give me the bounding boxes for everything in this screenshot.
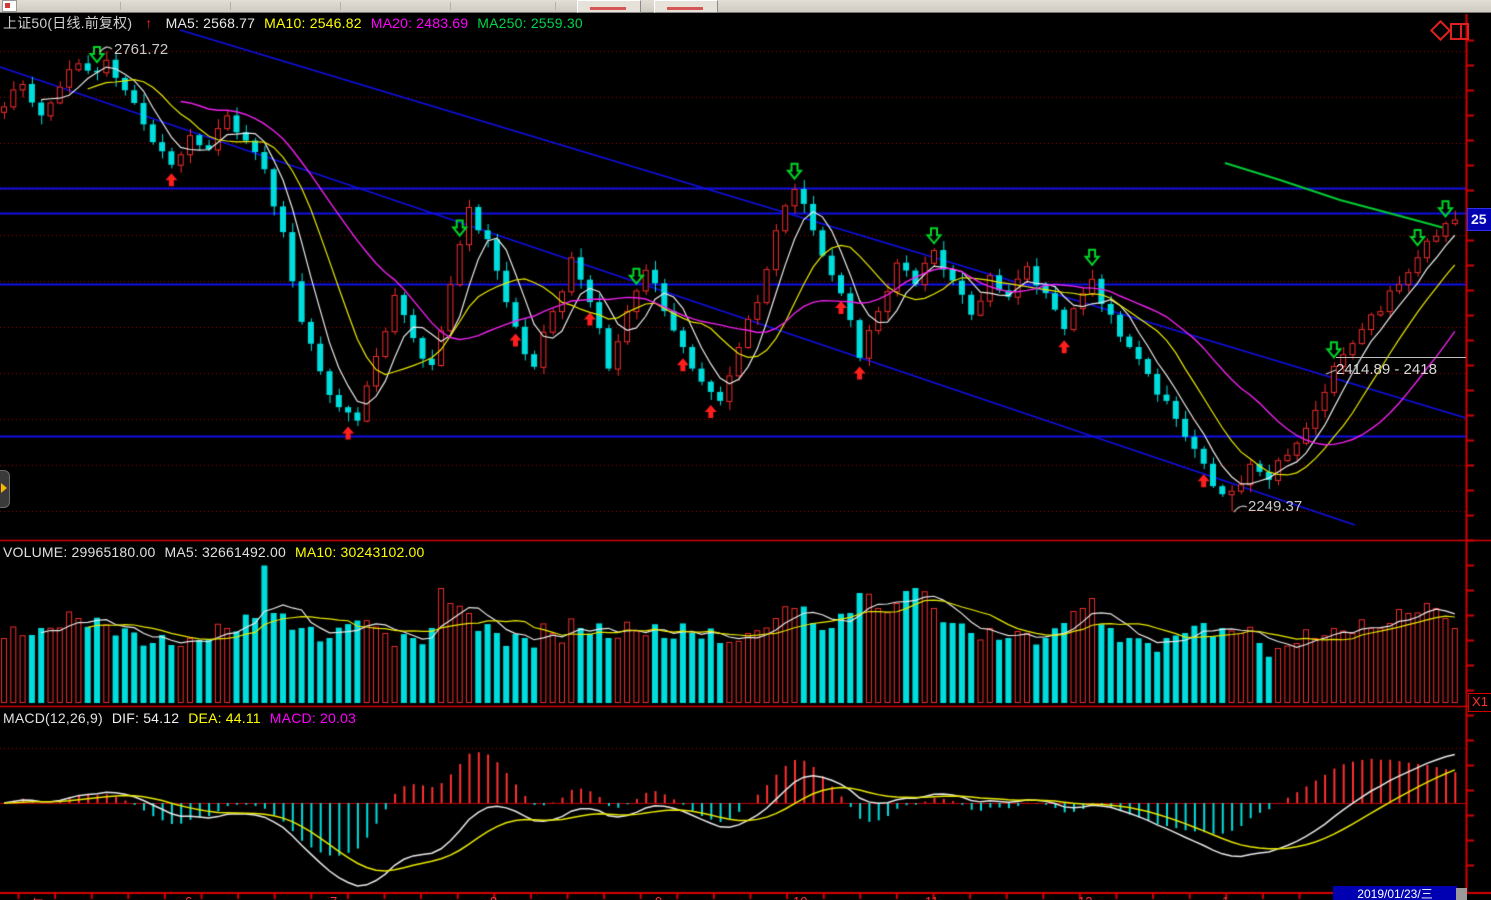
x-axis-label: 1 (1222, 894, 1229, 900)
macd-legend: MACD(12,26,9) DIF: 54.12 DEA: 44.11 MACD: 2… (3, 710, 374, 726)
legend-item: ↑ (141, 15, 156, 31)
x-axis-label: 7 (330, 894, 337, 900)
legend-item: MA250: 2559.30 (477, 15, 583, 31)
x-axis-label: 10 (793, 894, 807, 900)
x-axis-label: 9 (655, 894, 662, 900)
legend-item: DEA: 44.11 (188, 710, 261, 726)
legend-item: MA5: 32661492.00 (164, 544, 286, 560)
x-axis-label: 2018年 (2, 894, 44, 900)
x-axis-label: 6 (185, 894, 192, 900)
chart-canvas[interactable] (0, 0, 1491, 900)
legend-item: DIF: 54.12 (112, 710, 179, 726)
legend-item: MA20: 2483.69 (371, 15, 469, 31)
arrow-right-icon (1, 483, 7, 493)
volume-scale-tag: X1 (1468, 693, 1491, 712)
split-window-icon[interactable] (1450, 23, 1469, 40)
trough-price-label: 2249.37 (1248, 498, 1302, 515)
x-axis-label: 8 (490, 894, 497, 900)
legend-item: MA10: 30243102.00 (295, 544, 425, 560)
legend-item: MACD: 20.03 (270, 710, 356, 726)
sidebar-expand-handle[interactable] (0, 470, 10, 508)
cursor-date-tag: 2019/01/23/三 (1333, 886, 1457, 900)
gap-annotation: 2414.89 - 2418 (1336, 357, 1466, 389)
volume-legend: VOLUME: 29965180.00 MA5: 32661492.00 MA10:… (3, 544, 443, 560)
main-legend: 上证50(日线.前复权) ↑ MA5: 2568.77 MA10: 2546.82… (3, 13, 601, 33)
legend-item: MACD(12,26,9) (3, 710, 103, 726)
stock-app-window: 上证50(日线.前复权) ↑ MA5: 2568.77 MA10: 2546.82… (0, 0, 1491, 900)
peak-price-label: 2761.72 (114, 41, 168, 58)
scrollbar-corner (1456, 888, 1467, 900)
legend-item: VOLUME: 29965180.00 (3, 544, 155, 560)
x-axis-label: 12 (1078, 894, 1092, 900)
legend-item: MA10: 2546.82 (264, 15, 362, 31)
symbol-title: 上证50(日线.前复权) (3, 15, 132, 31)
x-axis-label: 11 (925, 894, 939, 900)
legend-item: MA5: 2568.77 (166, 15, 256, 31)
last-price-tag: 25 (1467, 208, 1491, 231)
